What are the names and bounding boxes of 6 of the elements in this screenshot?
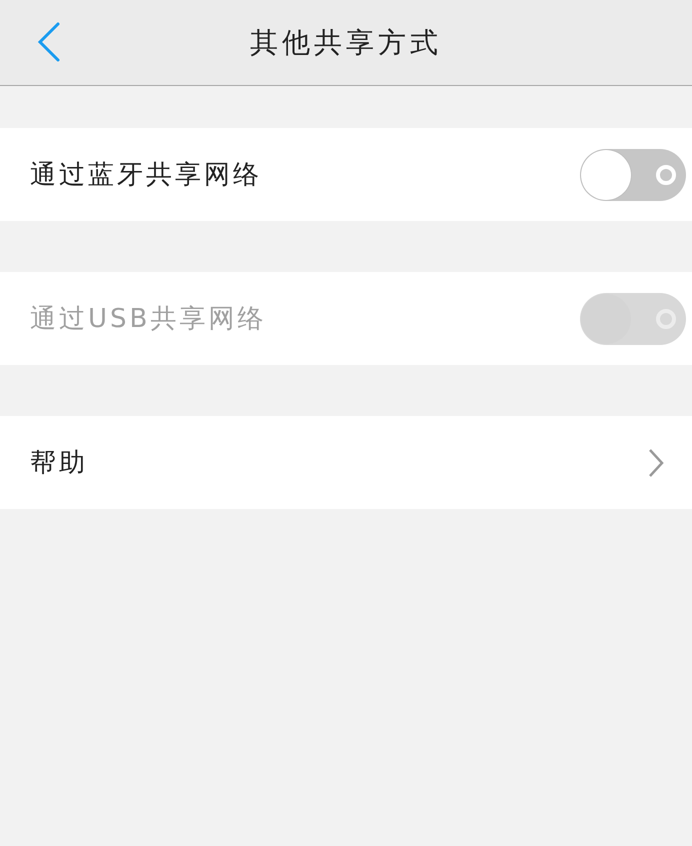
setting-label: 通过USB共享网络 [30,303,266,336]
setting-label: 通过蓝牙共享网络 [30,159,262,192]
help-row[interactable]: 帮助 [0,416,692,509]
chevron-right-icon [648,448,664,478]
page-title: 其他共享方式 [250,24,442,60]
toggle-switch[interactable] [580,148,686,200]
